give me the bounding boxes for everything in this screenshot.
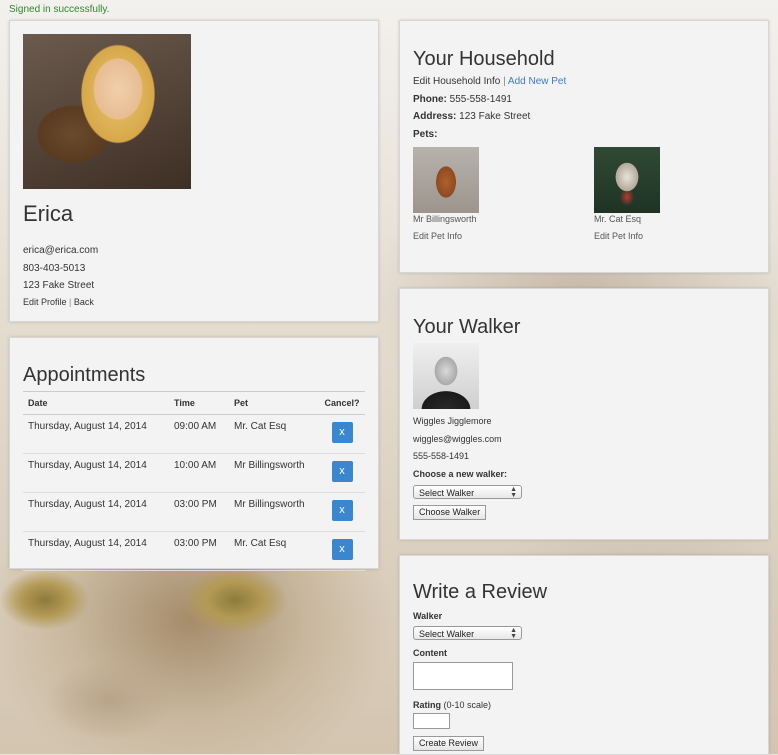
walker-photo bbox=[413, 343, 479, 409]
back-link[interactable]: Back bbox=[74, 297, 94, 307]
profile-panel: Erica erica@erica.com 803-403-5013 123 F… bbox=[9, 20, 379, 322]
cancel-appointment-button[interactable]: x bbox=[331, 539, 353, 560]
flash-message: Signed in successfully. bbox=[9, 4, 110, 15]
appointments-panel: Appointments Date Time Pet Cancel? Thurs… bbox=[9, 337, 379, 571]
header-time: Time bbox=[169, 391, 229, 415]
appointment-pet: Mr. Cat Esq bbox=[229, 414, 319, 454]
address-label: Address: bbox=[413, 111, 457, 122]
edit-pet-link[interactable]: Edit Pet Info bbox=[413, 231, 462, 241]
cancel-appointment-button[interactable]: x bbox=[331, 461, 353, 482]
household-title: Your Household bbox=[413, 48, 555, 70]
profile-address: 123 Fake Street bbox=[23, 280, 95, 291]
cancel-appointment-button[interactable]: x bbox=[331, 500, 353, 521]
appointment-pet: Mr Billingsworth bbox=[229, 492, 319, 532]
appointment-date: Thursday, August 14, 2014 bbox=[23, 492, 169, 532]
appointment-pet: Mr Billingsworth bbox=[229, 453, 319, 493]
choose-walker-button[interactable]: Choose Walker bbox=[413, 505, 487, 520]
household-panel: Your Household Edit Household Info | Add… bbox=[399, 20, 769, 273]
choose-walker-label: Choose a new walker: bbox=[413, 469, 508, 479]
select-arrows-icon: ▲ ▼ bbox=[510, 627, 517, 640]
review-content-textarea[interactable] bbox=[413, 662, 513, 690]
phone-value: 555-558-1491 bbox=[449, 94, 512, 105]
rating-label: Rating (0-10 scale) bbox=[413, 700, 491, 710]
profile-name: Erica bbox=[23, 201, 74, 226]
header-pet: Pet bbox=[229, 391, 319, 415]
table-row: Thursday, August 14, 2014 03:00 PM Mr Bi… bbox=[23, 492, 365, 532]
rating-label-text: Rating bbox=[413, 700, 441, 710]
cancel-appointment-button[interactable]: x bbox=[331, 422, 353, 443]
appointment-pet: Mr. Cat Esq bbox=[229, 531, 319, 571]
appointment-time: 09:00 AM bbox=[169, 414, 229, 454]
table-row: Thursday, August 14, 2014 09:00 AM Mr. C… bbox=[23, 414, 365, 454]
appointment-time: 10:00 AM bbox=[169, 453, 229, 493]
walker-select[interactable]: Select Walker ▲ ▼ bbox=[413, 485, 522, 499]
edit-profile-link[interactable]: Edit Profile bbox=[23, 297, 67, 307]
pet-photo-dog[interactable] bbox=[413, 147, 479, 213]
review-walker-label: Walker bbox=[413, 611, 443, 621]
walker-name: Wiggles Jigglemore bbox=[413, 416, 492, 426]
appointment-date: Thursday, August 14, 2014 bbox=[23, 414, 169, 454]
pet-name: Mr. Cat Esq bbox=[594, 214, 642, 224]
walker-email: wiggles@wiggles.com bbox=[413, 434, 502, 444]
profile-email: erica@erica.com bbox=[23, 245, 99, 256]
pet-name: Mr Billingsworth bbox=[413, 214, 477, 224]
review-walker-select[interactable]: Select Walker ▲ ▼ bbox=[413, 626, 522, 640]
edit-household-link[interactable]: Edit Household Info bbox=[413, 76, 500, 87]
phone-label: Phone: bbox=[413, 94, 447, 105]
select-arrows-icon: ▲ ▼ bbox=[510, 486, 517, 499]
review-title: Write a Review bbox=[413, 581, 548, 603]
walker-panel: Your Walker Wiggles Jigglemore wiggles@w… bbox=[399, 288, 769, 540]
appointment-date: Thursday, August 14, 2014 bbox=[23, 453, 169, 493]
household-phone: Phone: 555-558-1491 bbox=[413, 94, 512, 105]
header-cancel: Cancel? bbox=[319, 391, 365, 415]
header-date: Date bbox=[23, 391, 169, 415]
appointments-table: Date Time Pet Cancel? Thursday, August 1… bbox=[23, 391, 365, 571]
household-address: Address: 123 Fake Street bbox=[413, 111, 530, 122]
appointment-time: 03:00 PM bbox=[169, 492, 229, 532]
content-label: Content bbox=[413, 648, 447, 658]
link-separator: | bbox=[503, 76, 506, 87]
address-value: 123 Fake Street bbox=[459, 111, 531, 122]
appointment-date: Thursday, August 14, 2014 bbox=[23, 531, 169, 571]
rating-input[interactable] bbox=[413, 713, 450, 729]
walker-select-value: Select Walker bbox=[419, 488, 475, 498]
table-row: Thursday, August 14, 2014 03:00 PM Mr. C… bbox=[23, 531, 365, 571]
table-row: Thursday, August 14, 2014 10:00 AM Mr Bi… bbox=[23, 453, 365, 493]
review-panel: Write a Review Walker Select Walker ▲ ▼ C… bbox=[399, 555, 769, 755]
appointment-time: 03:00 PM bbox=[169, 531, 229, 571]
rating-hint: (0-10 scale) bbox=[443, 700, 492, 710]
pets-label: Pets: bbox=[413, 129, 438, 140]
create-review-button[interactable]: Create Review bbox=[413, 736, 485, 751]
add-pet-link[interactable]: Add New Pet bbox=[508, 76, 566, 87]
profile-links: Edit Profile | Back bbox=[23, 297, 94, 307]
profile-avatar bbox=[23, 34, 191, 189]
review-walker-select-value: Select Walker bbox=[419, 629, 475, 639]
edit-pet-link[interactable]: Edit Pet Info bbox=[594, 231, 643, 241]
table-header-row: Date Time Pet Cancel? bbox=[23, 391, 365, 415]
household-links: Edit Household Info | Add New Pet bbox=[413, 76, 566, 87]
walker-phone: 555-558-1491 bbox=[413, 451, 470, 461]
pet-photo-cat[interactable] bbox=[594, 147, 660, 213]
profile-phone: 803-403-5013 bbox=[23, 263, 86, 274]
appointments-title: Appointments bbox=[23, 364, 146, 386]
link-separator: | bbox=[69, 297, 72, 307]
walker-title: Your Walker bbox=[413, 316, 521, 338]
